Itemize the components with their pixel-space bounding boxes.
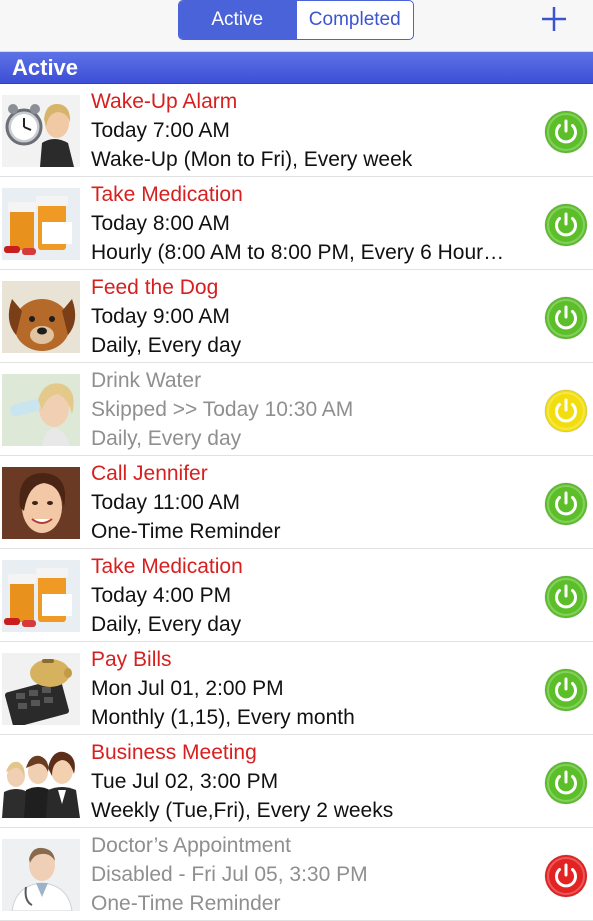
reminder-row[interactable]: Feed the Dog Today 9:00 AM Daily, Every … [0,270,593,363]
reminder-repeat: One-Time Reminder [91,892,281,915]
business-people-image [2,746,80,818]
doctor-image [2,839,80,911]
reminder-thumbnail [2,188,80,260]
power-toggle-button[interactable] [544,668,588,712]
reminder-title: Doctor’s Appointment [91,834,292,857]
add-reminder-button[interactable] [537,0,571,38]
reminder-title: Take Medication [91,555,243,578]
reminder-thumbnail [2,95,80,167]
segment-completed[interactable]: Completed [295,1,414,39]
medication-bottles-image [2,560,80,632]
power-icon [544,482,588,526]
power-toggle-button[interactable] [544,761,588,805]
power-toggle-button[interactable] [544,482,588,526]
reminder-repeat: Weekly (Tue,Fri), Every 2 weeks [91,799,394,822]
reminder-title: Feed the Dog [91,276,219,299]
power-toggle-button[interactable] [544,389,588,433]
power-icon [544,389,588,433]
woman-drinking-water-image [2,374,80,446]
reminder-thumbnail [2,467,80,539]
reminder-row[interactable]: Business Meeting Tue Jul 02, 3:00 PM Wee… [0,735,593,828]
reminder-thumbnail [2,653,80,725]
reminder-row[interactable]: Drink Water Skipped >> Today 10:30 AM Da… [0,363,593,456]
reminder-time: Today 11:00 AM [91,491,241,514]
power-toggle-button[interactable] [544,110,588,154]
reminder-repeat: Hourly (8:00 AM to 8:00 PM, Every 6 Hour… [91,241,505,264]
reminder-row[interactable]: Take Medication Today 4:00 PM Daily, Eve… [0,549,593,642]
reminder-title: Drink Water [91,369,202,392]
reminder-repeat: Wake-Up (Mon to Fri), Every week [91,148,413,171]
reminder-row[interactable]: Doctor’s Appointment Disabled - Fri Jul … [0,828,593,921]
reminder-row[interactable]: Take Medication Today 8:00 AM Hourly (8:… [0,177,593,270]
power-icon [544,296,588,340]
reminder-repeat: Daily, Every day [91,334,242,357]
filter-segmented-control: Active Completed [178,0,414,40]
reminder-thumbnail [2,374,80,446]
dog-image [2,281,80,353]
reminder-time: Disabled - Fri Jul 05, 3:30 PM [91,863,368,886]
power-icon [544,575,588,619]
power-icon [544,203,588,247]
reminder-row[interactable]: Wake-Up Alarm Today 7:00 AM Wake-Up (Mon… [0,84,593,177]
reminder-title: Business Meeting [91,741,257,764]
power-toggle-button[interactable] [544,203,588,247]
reminder-time: Mon Jul 01, 2:00 PM [91,677,284,700]
reminder-time: Tue Jul 02, 3:00 PM [91,770,279,793]
reminder-title: Take Medication [91,183,243,206]
smiling-woman-image [2,467,80,539]
reminder-thumbnail [2,839,80,911]
section-header-active: Active [0,52,593,84]
power-toggle-button[interactable] [544,854,588,898]
reminder-list: Wake-Up Alarm Today 7:00 AM Wake-Up (Mon… [0,84,593,921]
reminder-time: Today 9:00 AM [91,305,230,328]
medication-bottles-image [2,188,80,260]
segment-active[interactable]: Active [179,1,296,39]
reminder-title: Wake-Up Alarm [91,90,238,113]
reminder-repeat: Daily, Every day [91,427,242,450]
power-icon [544,761,588,805]
reminder-time: Today 8:00 AM [91,212,230,235]
power-icon [544,854,588,898]
power-icon [544,668,588,712]
reminder-thumbnail [2,281,80,353]
top-toolbar: Active Completed [0,0,593,52]
power-toggle-button[interactable] [544,296,588,340]
reminder-time: Skipped >> Today 10:30 AM [91,398,354,421]
reminder-title: Call Jennifer [91,462,208,485]
plus-icon [542,7,566,31]
reminder-time: Today 7:00 AM [91,119,230,142]
woman-with-alarm-clock-image [2,95,80,167]
reminder-thumbnail [2,560,80,632]
piggy-bank-calculator-image [2,653,80,725]
reminder-title: Pay Bills [91,648,172,671]
reminder-repeat: One-Time Reminder [91,520,281,543]
reminder-row[interactable]: Call Jennifer Today 11:00 AM One-Time Re… [0,456,593,549]
reminder-repeat: Daily, Every day [91,613,242,636]
power-icon [544,110,588,154]
reminder-thumbnail [2,746,80,818]
power-toggle-button[interactable] [544,575,588,619]
reminder-repeat: Monthly (1,15), Every month [91,706,355,729]
reminder-time: Today 4:00 PM [91,584,232,607]
reminder-row[interactable]: Pay Bills Mon Jul 01, 2:00 PM Monthly (1… [0,642,593,735]
